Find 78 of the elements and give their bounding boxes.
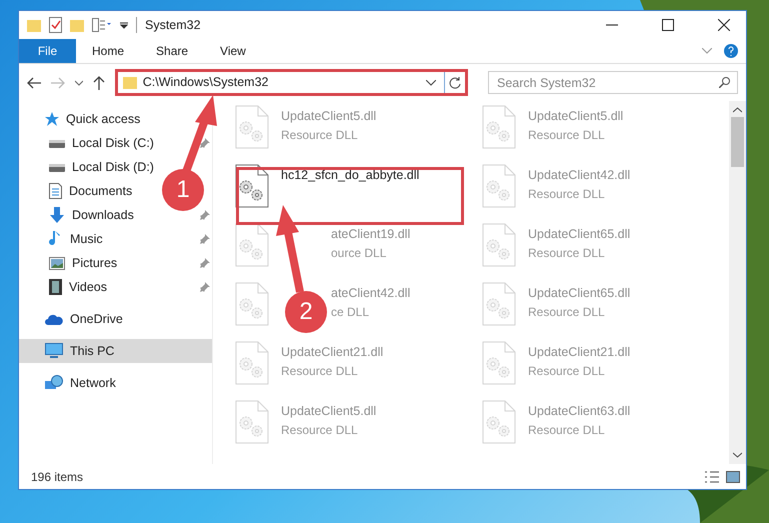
drive-icon xyxy=(49,162,65,172)
chevron-up-icon[interactable] xyxy=(733,107,742,113)
music-note-icon xyxy=(49,231,63,247)
file-type: ce DLL xyxy=(331,304,370,321)
nav-item[interactable]: Videos xyxy=(69,278,107,296)
pin-icon[interactable] xyxy=(200,210,210,220)
maximize-icon[interactable] xyxy=(662,19,674,31)
file-type: Resource DLL xyxy=(528,186,606,203)
pin-icon[interactable] xyxy=(200,234,210,244)
address-field[interactable]: C:\Windows\System32 xyxy=(114,69,468,96)
drive-icon xyxy=(49,138,65,148)
file-gear-icon xyxy=(235,105,269,149)
picture-icon xyxy=(49,256,65,270)
file-type: Resource DLL xyxy=(281,362,359,380)
file-name[interactable]: hc12_sfcn_do_abbyte.dll xyxy=(281,166,420,185)
dropdown-caret-icon[interactable] xyxy=(120,21,128,29)
down-arrow-icon xyxy=(49,207,65,223)
chevron-down-icon[interactable] xyxy=(733,452,742,458)
file-type: Resource DLL xyxy=(528,244,606,262)
file-gear-icon xyxy=(235,400,269,444)
file-gear-icon xyxy=(482,223,516,267)
file-gear-icon xyxy=(235,341,269,385)
file-gear-icon xyxy=(482,164,516,208)
back-arrow-icon[interactable] xyxy=(27,76,41,88)
properties-check-icon[interactable] xyxy=(49,17,62,33)
nav-item[interactable]: Music xyxy=(70,230,103,248)
ribbon-tab[interactable]: Home xyxy=(76,39,140,63)
ribbon-tab[interactable]: View xyxy=(204,39,262,63)
film-icon xyxy=(49,279,62,295)
file-gear-icon xyxy=(482,341,516,385)
pin-icon[interactable] xyxy=(200,258,210,268)
help-icon[interactable] xyxy=(724,44,738,58)
pin-icon[interactable] xyxy=(200,138,210,148)
details-view-icon[interactable] xyxy=(704,470,720,482)
nav-item[interactable]: This PC xyxy=(70,342,114,360)
large-icons-view-icon[interactable] xyxy=(726,470,740,482)
window-title: System32 xyxy=(145,16,202,34)
file-type: ource DLL xyxy=(331,244,388,262)
file-type: Resource DLL xyxy=(528,304,606,321)
nav-item[interactable]: Network xyxy=(70,374,116,392)
file-gear-icon xyxy=(235,282,269,326)
monitor-icon xyxy=(45,343,63,359)
file-gear-icon xyxy=(482,400,516,444)
file-type: Resource DLL xyxy=(528,422,606,439)
star-icon xyxy=(45,112,59,126)
nav-item[interactable]: Local Disk (D:) xyxy=(72,158,154,176)
folder-icon xyxy=(122,76,137,89)
scrollbar-thumb[interactable] xyxy=(731,117,744,167)
nav-item[interactable]: Documents xyxy=(69,182,132,200)
refresh-icon[interactable] xyxy=(448,76,461,88)
item-count: 196 items xyxy=(31,468,84,486)
nav-item[interactable]: Pictures xyxy=(72,254,118,272)
file-gear-icon xyxy=(235,223,269,267)
scrollbar[interactable] xyxy=(729,101,746,464)
pin-icon[interactable] xyxy=(200,282,210,292)
nav-item[interactable]: OneDrive xyxy=(70,310,123,328)
file-type: Resource DLL xyxy=(281,422,359,439)
search-field[interactable]: Search System32 xyxy=(488,71,738,94)
file-gear-icon xyxy=(482,105,516,149)
document-icon xyxy=(49,183,62,199)
ribbon-tab[interactable]: Share xyxy=(140,39,204,63)
search-icon xyxy=(718,76,730,88)
network-globe-icon xyxy=(45,375,63,391)
file-type: Resource DLL xyxy=(528,362,606,380)
chevron-down-icon[interactable] xyxy=(74,80,83,86)
file-type: Resource DLL xyxy=(281,126,359,144)
file-type: Resource DLL xyxy=(528,126,606,144)
address-path: C:\Windows\System32 xyxy=(142,74,270,92)
file-gear-icon xyxy=(482,282,516,326)
close-icon[interactable] xyxy=(718,19,730,31)
ribbon-tab[interactable]: File xyxy=(19,39,76,63)
chevron-down-icon[interactable] xyxy=(426,80,436,86)
nav-item[interactable]: Local Disk (C:) xyxy=(72,134,154,152)
nav-item[interactable]: Downloads xyxy=(72,206,134,224)
cloud-icon xyxy=(45,314,63,324)
layout-icon[interactable] xyxy=(92,18,112,32)
nav-item[interactable]: Quick access xyxy=(66,110,140,128)
up-arrow-icon[interactable] xyxy=(92,76,105,90)
